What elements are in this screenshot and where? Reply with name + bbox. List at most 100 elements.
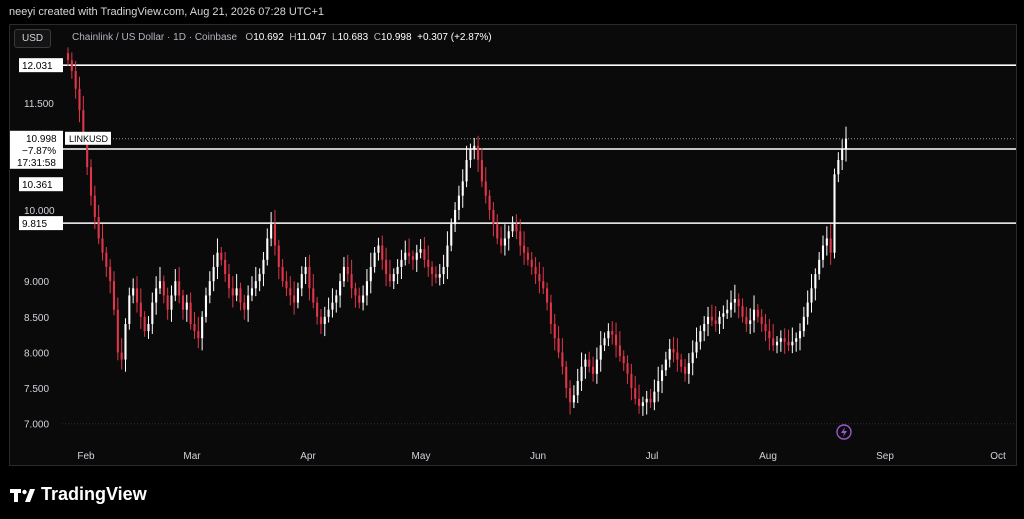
candle-body[interactable] [691, 352, 694, 364]
candle-body[interactable] [507, 231, 510, 239]
candle-body[interactable] [243, 302, 246, 310]
candle-body[interactable] [626, 363, 629, 374]
candle-body[interactable] [70, 60, 73, 71]
candle-body[interactable] [837, 160, 840, 175]
candle-body[interactable] [193, 323, 196, 332]
candle-body[interactable] [607, 331, 610, 339]
candle-body[interactable] [335, 295, 338, 303]
candle-body[interactable] [664, 359, 667, 371]
candle-body[interactable] [442, 266, 445, 275]
candle-body[interactable] [239, 288, 242, 303]
candle-body[interactable] [473, 145, 476, 150]
candle-body[interactable] [262, 259, 265, 275]
candle-body[interactable] [143, 316, 146, 332]
candle-body[interactable] [201, 316, 204, 339]
candle-body[interactable] [795, 338, 798, 342]
candle-body[interactable] [408, 252, 411, 257]
candle-body[interactable] [714, 320, 717, 324]
candle-body[interactable] [174, 281, 177, 296]
candle-body[interactable] [204, 295, 208, 317]
candle-body[interactable] [112, 281, 116, 310]
candle-body[interactable] [281, 266, 284, 282]
price-chart[interactable]: 11.500 10.000 9.000 8.500 8.000 7.500 7.000 Feb… [0, 0, 1024, 519]
candle-body[interactable] [634, 388, 637, 399]
candle-body[interactable] [235, 288, 238, 296]
candle-body[interactable] [74, 70, 77, 89]
candle-body[interactable] [519, 231, 522, 246]
candle-body[interactable] [231, 288, 234, 296]
candle-body[interactable] [841, 149, 844, 161]
candle-body[interactable] [768, 331, 771, 339]
candle-body[interactable] [741, 306, 744, 317]
candle-body[interactable] [802, 316, 805, 332]
candle-body[interactable] [227, 274, 231, 289]
candle-body[interactable] [289, 288, 292, 296]
candle-body[interactable] [170, 295, 173, 310]
candle-body[interactable] [97, 217, 100, 239]
candle-body[interactable] [726, 309, 729, 314]
candle-body[interactable] [680, 359, 683, 367]
candle-body[interactable] [132, 288, 135, 296]
candle-body[interactable] [285, 281, 288, 289]
candle-body[interactable] [488, 195, 491, 210]
candle-body[interactable] [660, 370, 664, 381]
candle-body[interactable] [319, 316, 322, 324]
candle-body[interactable] [147, 323, 150, 332]
candle-body[interactable] [503, 238, 506, 246]
candle-body[interactable] [810, 288, 813, 303]
candle-body[interactable] [105, 252, 108, 267]
candle-body[interactable] [461, 181, 464, 196]
candle-body[interactable] [362, 295, 365, 303]
candle-body[interactable] [538, 274, 541, 282]
candle-body[interactable] [630, 373, 633, 389]
candle-body[interactable] [588, 359, 591, 367]
candle-body[interactable] [760, 316, 763, 324]
candle-body[interactable] [419, 249, 422, 253]
candle-body[interactable] [155, 288, 158, 303]
candle-body[interactable] [254, 281, 257, 289]
candle-body[interactable] [641, 402, 644, 406]
candle-body[interactable] [178, 281, 181, 296]
tradingview-brand[interactable]: TradingView [10, 484, 147, 505]
candle-body[interactable] [411, 256, 414, 260]
candle-body[interactable] [729, 302, 733, 310]
candle-body[interactable] [611, 331, 614, 335]
candle-body[interactable] [431, 266, 434, 275]
candle-body[interactable] [415, 252, 418, 260]
candle-body[interactable] [270, 224, 273, 239]
candle-body[interactable] [549, 302, 552, 324]
candle-body[interactable] [561, 352, 564, 367]
candle-body[interactable] [450, 224, 453, 246]
candle-body[interactable] [511, 224, 514, 232]
candle-body[interactable] [185, 302, 188, 310]
candle-body[interactable] [772, 338, 775, 346]
candle-body[interactable] [373, 252, 376, 267]
candle-body[interactable] [752, 309, 756, 321]
candle-body[interactable] [162, 281, 165, 296]
candle-body[interactable] [500, 238, 503, 246]
candle-body[interactable] [277, 245, 280, 267]
candle-body[interactable] [576, 380, 579, 396]
candle-body[interactable] [764, 323, 767, 332]
candle-body[interactable] [649, 398, 652, 403]
candle-body[interactable] [109, 266, 112, 282]
candle-body[interactable] [595, 359, 598, 374]
candle-body[interactable] [457, 195, 460, 210]
candle-body[interactable] [369, 266, 372, 282]
candle-body[interactable] [737, 299, 740, 307]
candle-body[interactable] [565, 366, 568, 389]
candle-body[interactable] [787, 341, 790, 346]
candle-body[interactable] [618, 345, 621, 357]
candle-body[interactable] [93, 195, 96, 218]
candle-body[interactable] [250, 288, 254, 296]
candle-body[interactable] [534, 266, 537, 275]
candle-body[interactable] [388, 274, 391, 282]
candle-body[interactable] [699, 331, 702, 342]
candle-body[interactable] [377, 245, 380, 253]
candle-body[interactable] [224, 259, 227, 275]
candle-body[interactable] [745, 316, 748, 324]
candle-body[interactable] [158, 281, 162, 289]
candle-body[interactable] [258, 274, 261, 282]
candle-body[interactable] [572, 395, 575, 403]
candle-body[interactable] [273, 224, 277, 246]
